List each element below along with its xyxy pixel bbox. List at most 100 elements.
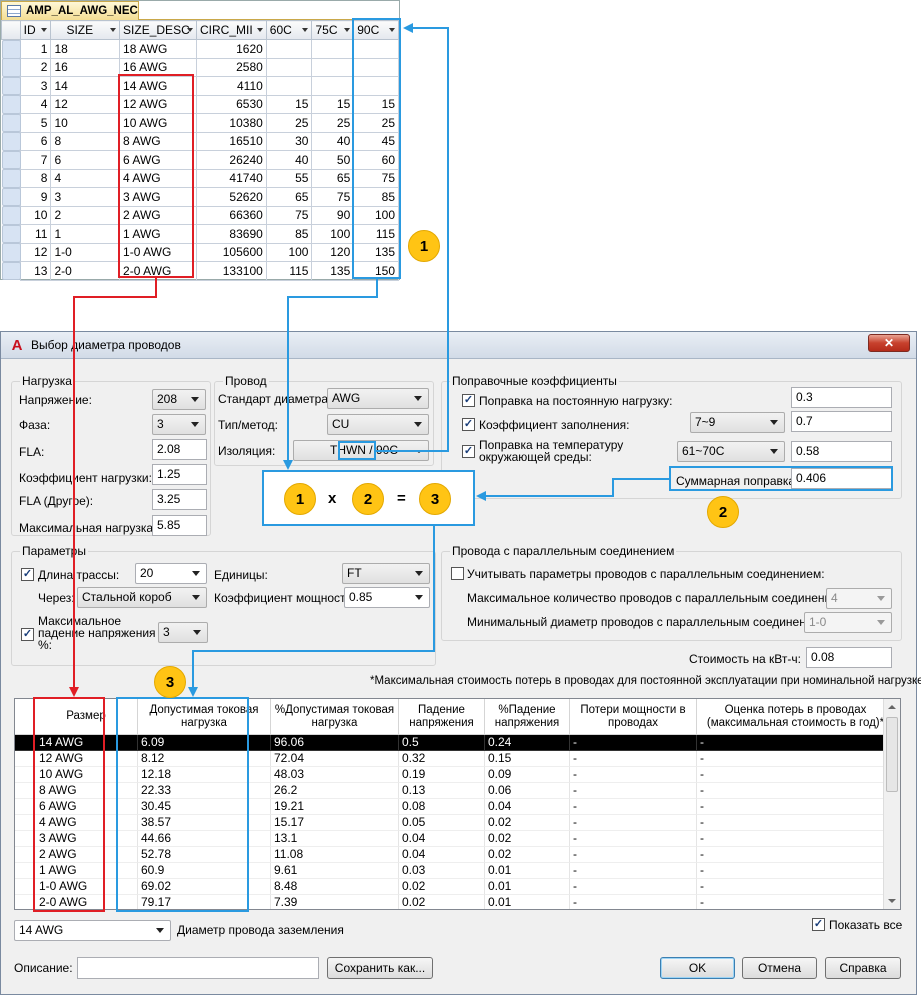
datasheet-cell[interactable]: 14: [50, 76, 121, 96]
row-selector[interactable]: [1, 224, 21, 243]
row-selector[interactable]: [1, 187, 21, 206]
column-header-size[interactable]: SIZE: [50, 20, 121, 40]
datasheet-cell[interactable]: 50: [311, 150, 355, 170]
datasheet-cell[interactable]: [265, 39, 313, 59]
datasheet-cell[interactable]: 120: [311, 242, 355, 262]
row-selector[interactable]: [1, 40, 21, 59]
parallel-min-diam-select[interactable]: 1-0: [804, 612, 892, 633]
datasheet-cell[interactable]: 52620: [195, 187, 267, 207]
datasheet-cell[interactable]: 105600: [195, 242, 267, 262]
datasheet-cell[interactable]: 3: [19, 76, 52, 96]
run-length-checkbox[interactable]: ✓: [21, 568, 34, 581]
grid-header-3[interactable]: Падение напряжения: [399, 699, 485, 735]
voltage-select[interactable]: 208: [152, 389, 206, 410]
column-header-75c[interactable]: 75C: [311, 20, 355, 40]
datasheet-cell[interactable]: 85: [265, 224, 313, 244]
datasheet-cell[interactable]: [265, 76, 313, 96]
datasheet-cell[interactable]: 66360: [195, 205, 267, 225]
scroll-thumb[interactable]: [886, 717, 898, 792]
cost-input[interactable]: 0.08: [806, 647, 892, 668]
column-header-60c[interactable]: 60C: [265, 20, 313, 40]
datasheet-cell[interactable]: 26240: [195, 150, 267, 170]
datasheet-cell[interactable]: 9: [19, 187, 52, 207]
column-header-id[interactable]: ID: [19, 20, 52, 40]
datasheet-row[interactable]: 10 2 2 AWG 66360 75 90 100: [1, 205, 399, 225]
type-select[interactable]: CU: [327, 414, 429, 435]
datasheet-cell[interactable]: 55: [265, 168, 313, 188]
fill-factor-input[interactable]: 0.7: [791, 411, 892, 432]
datasheet-cell[interactable]: 7: [19, 150, 52, 170]
datasheet-row[interactable]: 3 14 14 AWG 4110: [1, 76, 399, 96]
datasheet-cell[interactable]: 100: [265, 242, 313, 262]
parallel-checkbox[interactable]: [451, 567, 464, 580]
datasheet-cell[interactable]: 115: [265, 261, 313, 281]
row-selector[interactable]: [1, 169, 21, 188]
datasheet-cell[interactable]: 15: [265, 94, 313, 114]
row-selector-header[interactable]: [1, 20, 21, 40]
datasheet-cell[interactable]: 40: [311, 131, 355, 151]
datasheet-cell[interactable]: 12: [50, 94, 121, 114]
datasheet-cell[interactable]: 18 AWG: [119, 39, 197, 59]
datasheet-cell[interactable]: 1620: [195, 39, 267, 59]
datasheet-cell[interactable]: 133100: [195, 261, 267, 281]
datasheet-cell[interactable]: 6: [50, 150, 121, 170]
datasheet-cell[interactable]: 5: [19, 113, 52, 133]
description-input[interactable]: [77, 957, 319, 979]
vertical-scrollbar[interactable]: [883, 699, 900, 909]
datasheet-cell[interactable]: 10380: [195, 113, 267, 133]
datasheet-cell[interactable]: 30: [265, 131, 313, 151]
datasheet-row[interactable]: 12 1-0 1-0 AWG 105600 100 120 135: [1, 242, 399, 262]
datasheet-cell[interactable]: 6530: [195, 94, 267, 114]
row-selector[interactable]: [1, 113, 21, 132]
datasheet-row[interactable]: 688 AWG 16510 30 40 45: [1, 131, 399, 151]
grid-header-2[interactable]: %Допустимая токовая нагрузка: [271, 699, 399, 735]
dialog-titlebar[interactable]: A Выбор диаметра проводов ✕: [1, 332, 916, 359]
datasheet-cell[interactable]: 2-0: [50, 261, 121, 281]
datasheet-cell[interactable]: 2: [50, 205, 121, 225]
datasheet-cell[interactable]: 83690: [195, 224, 267, 244]
datasheet-cell[interactable]: 4: [50, 168, 121, 188]
datasheet-row[interactable]: 13 2-0 2-0 AWG 133100 115 135 150: [1, 261, 399, 281]
datasheet-row[interactable]: 844 AWG 41740 55 65 75: [1, 168, 399, 188]
phase-select[interactable]: 3: [152, 414, 206, 435]
show-all-checkbox[interactable]: ✓: [812, 918, 825, 931]
column-header-circ-mil[interactable]: CIRC_MII: [195, 20, 267, 40]
datasheet-cell[interactable]: 75: [265, 205, 313, 225]
datasheet-cell[interactable]: 12: [19, 242, 52, 262]
datasheet-cell[interactable]: [311, 76, 355, 96]
row-selector[interactable]: [1, 243, 21, 262]
datasheet-cell[interactable]: 16: [50, 57, 121, 77]
grid-header-5[interactable]: Потери мощности в проводах: [570, 699, 697, 735]
datasheet-cell[interactable]: 75: [311, 187, 355, 207]
datasheet-cell[interactable]: 65: [265, 187, 313, 207]
datasheet-cell[interactable]: 4: [19, 94, 52, 114]
row-selector[interactable]: [1, 58, 21, 77]
datasheet-cell[interactable]: 3: [50, 187, 121, 207]
close-button[interactable]: ✕: [868, 334, 910, 352]
datasheet-cell[interactable]: 41740: [195, 168, 267, 188]
constant-load-input[interactable]: 0.3: [791, 387, 892, 408]
datasheet-cell[interactable]: 8: [19, 168, 52, 188]
fill-factor-checkbox[interactable]: ✓: [462, 418, 475, 431]
datasheet-cell[interactable]: 2580: [195, 57, 267, 77]
row-selector[interactable]: [1, 132, 21, 151]
load-factor-input[interactable]: 1.25: [152, 464, 207, 485]
run-length-select[interactable]: 20: [135, 563, 207, 584]
scroll-down-icon[interactable]: [888, 899, 896, 903]
parallel-max-count-select[interactable]: 4: [826, 588, 892, 609]
grid-header-6[interactable]: Оценка потерь в проводах (максимальная ст…: [697, 699, 895, 735]
datasheet-row[interactable]: 933 AWG 52620 65 75 85: [1, 187, 399, 207]
temp-correction-checkbox[interactable]: ✓: [462, 445, 475, 458]
constant-load-checkbox[interactable]: ✓: [462, 394, 475, 407]
datasheet-row[interactable]: 5 10 10 AWG 10380 25 25 25: [1, 113, 399, 133]
datasheet-row[interactable]: 11 1 1 AWG 83690 85 100 115: [1, 224, 399, 244]
table-tab[interactable]: AMP_AL_AWG_NEC: [1, 1, 139, 20]
datasheet-cell[interactable]: 13: [19, 261, 52, 281]
datasheet-cell[interactable]: 1-0: [50, 242, 121, 262]
units-select[interactable]: FT: [342, 563, 430, 584]
datasheet-cell[interactable]: 65: [311, 168, 355, 188]
datasheet-cell[interactable]: 25: [265, 113, 313, 133]
max-voltage-drop-select[interactable]: 3: [158, 622, 208, 643]
datasheet-row[interactable]: 2 16 16 AWG 2580: [1, 57, 399, 77]
datasheet-cell[interactable]: 15: [311, 94, 355, 114]
